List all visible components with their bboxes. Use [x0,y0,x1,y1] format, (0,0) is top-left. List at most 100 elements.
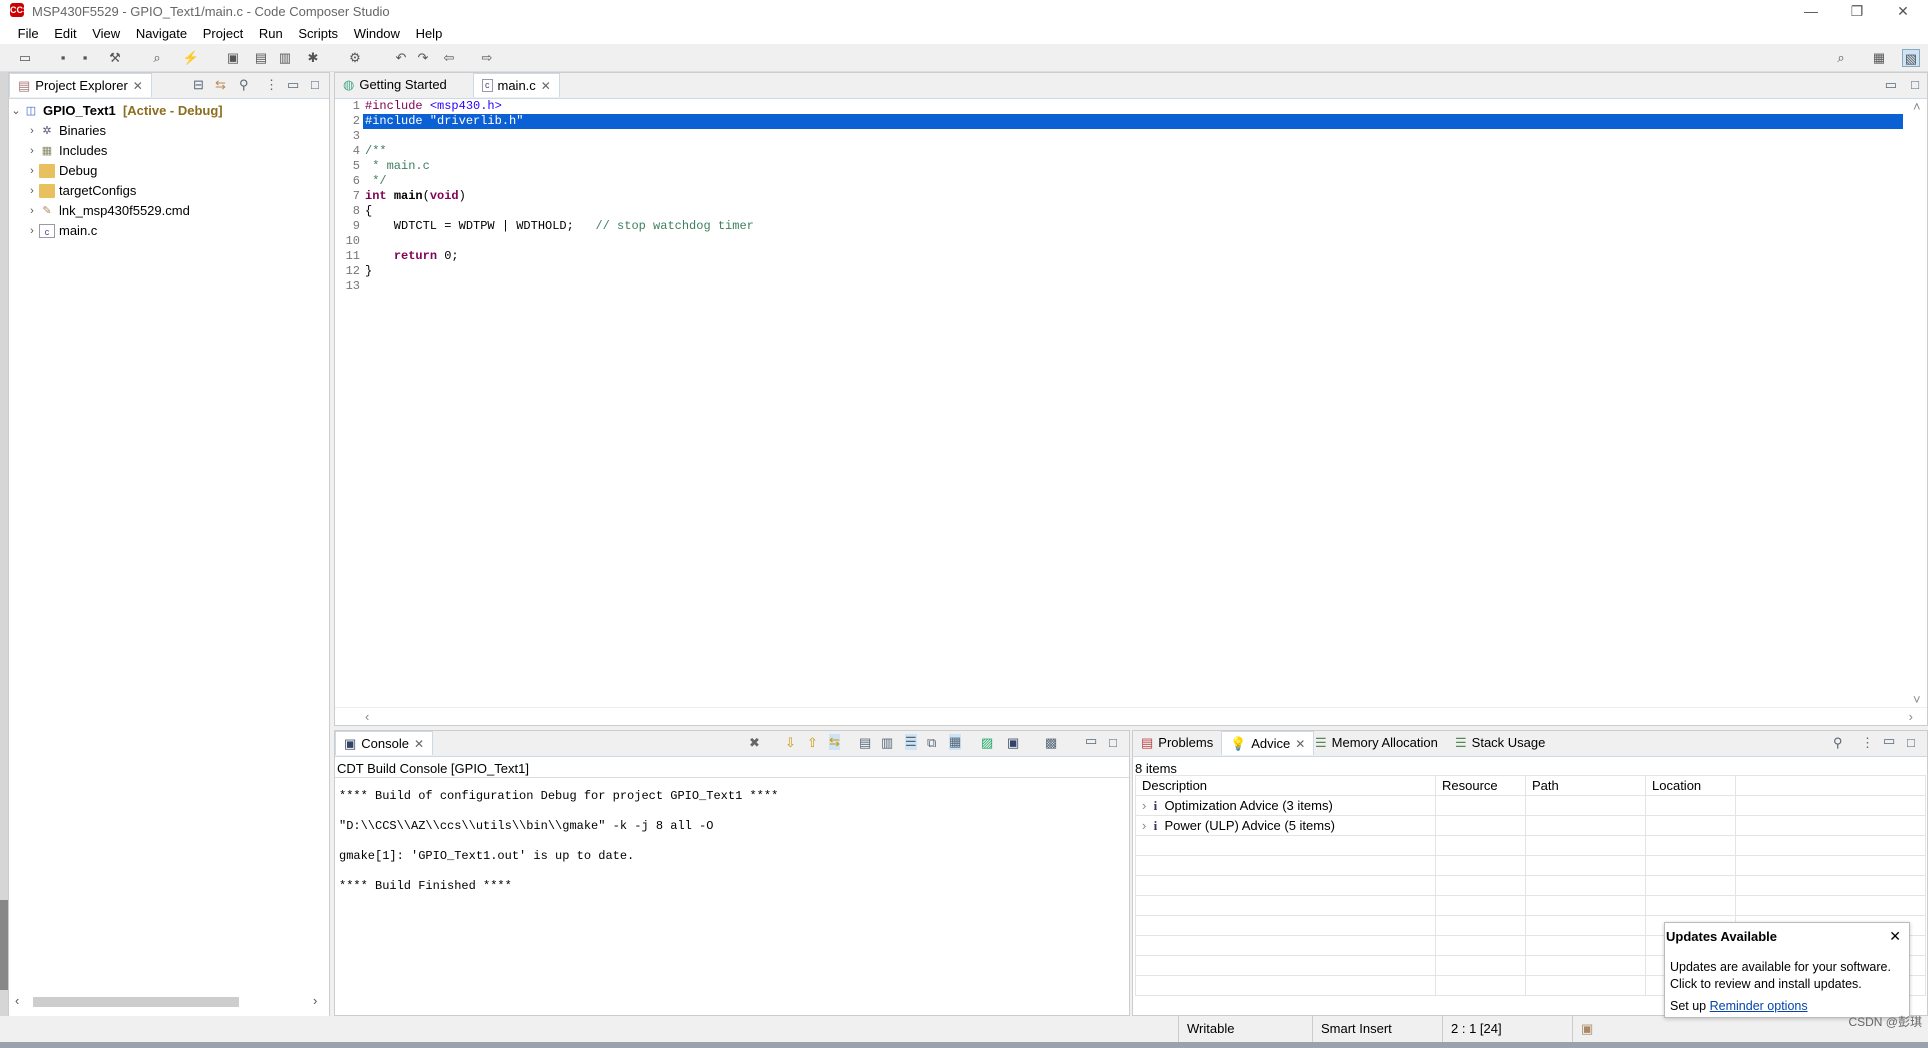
view-menu-icon[interactable]: ⋮ [1861,735,1874,751]
close-window-button[interactable]: ✕ [1880,0,1926,24]
tab-problems[interactable]: ▤ Problems [1133,731,1221,755]
filter-icon[interactable]: ⚲ [239,77,249,93]
table-row[interactable]: › i Power (ULP) Advice (5 items) [1135,815,1926,836]
code-line[interactable]: 7 int main(void) [335,189,1903,204]
pin-console-icon[interactable]: ▦ [949,734,962,750]
project-node[interactable]: ⌄ ◫ GPIO_Text1 [Active - Debug] [9,101,329,121]
scroll-down-icon[interactable]: ˅ [1913,692,1921,707]
minimize-view-icon[interactable]: ▭ [1883,733,1895,749]
prev-error-icon[interactable]: ⇧ [807,735,818,751]
minimize-view-icon[interactable]: ▭ [287,77,299,93]
close-icon[interactable]: ✕ [1295,732,1305,756]
reminder-options-link[interactable]: Reminder options [1710,999,1808,1013]
column-resource[interactable]: Resource [1435,775,1526,796]
copy-icon[interactable]: ⧉ [927,735,936,751]
restore-button[interactable]: ❐ [1834,0,1880,24]
code-line[interactable]: 10 [335,234,1903,249]
link-error-icon[interactable]: ⇆ [829,734,840,750]
minimize-view-icon[interactable]: ▭ [1085,733,1097,749]
scroll-right-icon[interactable]: › [313,993,317,1008]
project-status-icon[interactable]: ▣ [1572,1016,1602,1042]
tab-getting-started[interactable]: ◍ Getting Started [335,73,471,97]
view-icon[interactable]: ▤ [252,49,270,67]
chevron-right-icon[interactable]: › [1142,818,1146,833]
flash-icon[interactable]: ⚡ [182,49,200,67]
maximize-view-icon[interactable]: □ [1109,735,1117,750]
status-insert-mode[interactable]: Smart Insert [1312,1016,1442,1042]
search-global-icon[interactable]: ⌕ [1832,49,1850,67]
build-hammer-icon[interactable]: ⚒ [106,49,124,67]
menu-file[interactable]: File [12,24,45,44]
menu-edit[interactable]: Edit [48,24,82,44]
chevron-right-icon[interactable]: › [1142,798,1146,813]
editor-vertical-scrollbar[interactable]: ˄ ˅ [1909,99,1927,707]
next-error-icon[interactable]: ⇩ [785,735,796,751]
chevron-right-icon[interactable]: › [25,221,39,241]
open-file-icon[interactable]: ▨ [981,735,993,751]
close-icon[interactable]: ✕ [133,74,143,98]
column-location[interactable]: Location [1645,775,1736,796]
tab-advice[interactable]: 💡 Advice ✕ [1221,731,1315,756]
column-path[interactable]: Path [1525,775,1646,796]
code-line[interactable]: 4 /** [335,144,1903,159]
tree-item-debug[interactable]: › Debug [9,161,329,181]
menu-run[interactable]: Run [253,24,289,44]
debug-bug-icon[interactable]: ✱ [304,49,322,67]
code-line[interactable]: 1 #include <msp430.h> [335,99,1903,114]
word-wrap-icon[interactable]: ☰ [905,734,917,750]
display-console-icon[interactable]: ▣ [1007,735,1019,751]
save-icon[interactable]: ▪ [54,49,72,67]
tab-console[interactable]: ▣ Console ✕ [335,731,434,756]
clipboard-icon[interactable]: ▥ [276,49,294,67]
chevron-right-icon[interactable]: › [25,161,39,181]
back-icon[interactable]: ⇦ [440,49,458,67]
editor-horizontal-scrollbar[interactable]: ‹ › [335,707,1927,725]
tree-item-binaries[interactable]: › ✲ Binaries [9,121,329,141]
code-line[interactable]: 3 [335,129,1903,144]
code-line[interactable]: 8{ [335,204,1903,219]
maximize-view-icon[interactable]: □ [311,77,319,92]
close-icon[interactable]: ✕ [541,74,551,98]
maximize-editor-icon[interactable]: □ [1911,77,1919,92]
table-row[interactable]: › i Optimization Advice (3 items) [1135,795,1926,816]
tree-item-linker-cmd[interactable]: › ✎ lnk_msp430f5529.cmd [9,201,329,221]
tools-icon[interactable]: ⚙ [346,49,364,67]
chevron-right-icon[interactable]: › [25,121,39,141]
show-console-icon[interactable]: ▥ [881,735,893,751]
code-line[interactable]: 5 * main.c [335,159,1903,174]
scroll-right-icon[interactable]: › [1909,709,1913,724]
menu-project[interactable]: Project [197,24,249,44]
clear-console-icon[interactable]: ✖ [749,735,760,751]
tree-item-includes[interactable]: › ▦ Includes [9,141,329,161]
code-line[interactable]: 13 [335,279,1903,294]
tab-memory-allocation[interactable]: ☰ Memory Allocation [1307,731,1446,755]
menu-navigate[interactable]: Navigate [130,24,193,44]
view-menu-icon[interactable]: ⋮ [265,77,278,93]
scroll-left-icon[interactable]: ‹ [365,709,369,724]
tab-stack-usage[interactable]: ☰ Stack Usage [1447,731,1553,755]
next-annotation-icon[interactable]: ↷ [414,49,432,67]
notification-line[interactable]: Click to review and install updates. [1670,976,1891,993]
chevron-down-icon[interactable]: ⌄ [9,101,23,121]
link-editor-icon[interactable]: ⇆ [215,77,226,93]
menu-scripts[interactable]: Scripts [292,24,344,44]
prev-annotation-icon[interactable]: ↶ [392,49,410,67]
ccs-edit-perspective-icon[interactable]: ▧ [1902,49,1920,67]
scrollbar-thumb[interactable] [33,997,239,1007]
terminal-icon[interactable]: ▣ [224,49,242,67]
scroll-left-icon[interactable]: ‹ [15,993,19,1008]
open-perspective-icon[interactable]: ▦ [1870,49,1888,67]
console-output[interactable]: **** Build of configuration Debug for pr… [339,789,778,909]
close-icon[interactable]: ✕ [1889,928,1901,945]
collapse-all-icon[interactable]: ⊟ [193,77,204,93]
new-icon[interactable]: ▭ [16,49,34,67]
new-console-icon[interactable]: ▩ [1045,735,1057,751]
code-line[interactable]: 11 return 0; [335,249,1903,264]
close-icon[interactable]: ✕ [414,732,424,756]
scroll-up-icon[interactable]: ˄ [1913,99,1921,114]
code-line[interactable]: 12} [335,264,1903,279]
column-description[interactable]: Description [1135,775,1436,796]
search-icon[interactable]: ⌕ [148,49,166,67]
filter-icon[interactable]: ⚲ [1833,735,1843,751]
menu-view[interactable]: View [86,24,126,44]
